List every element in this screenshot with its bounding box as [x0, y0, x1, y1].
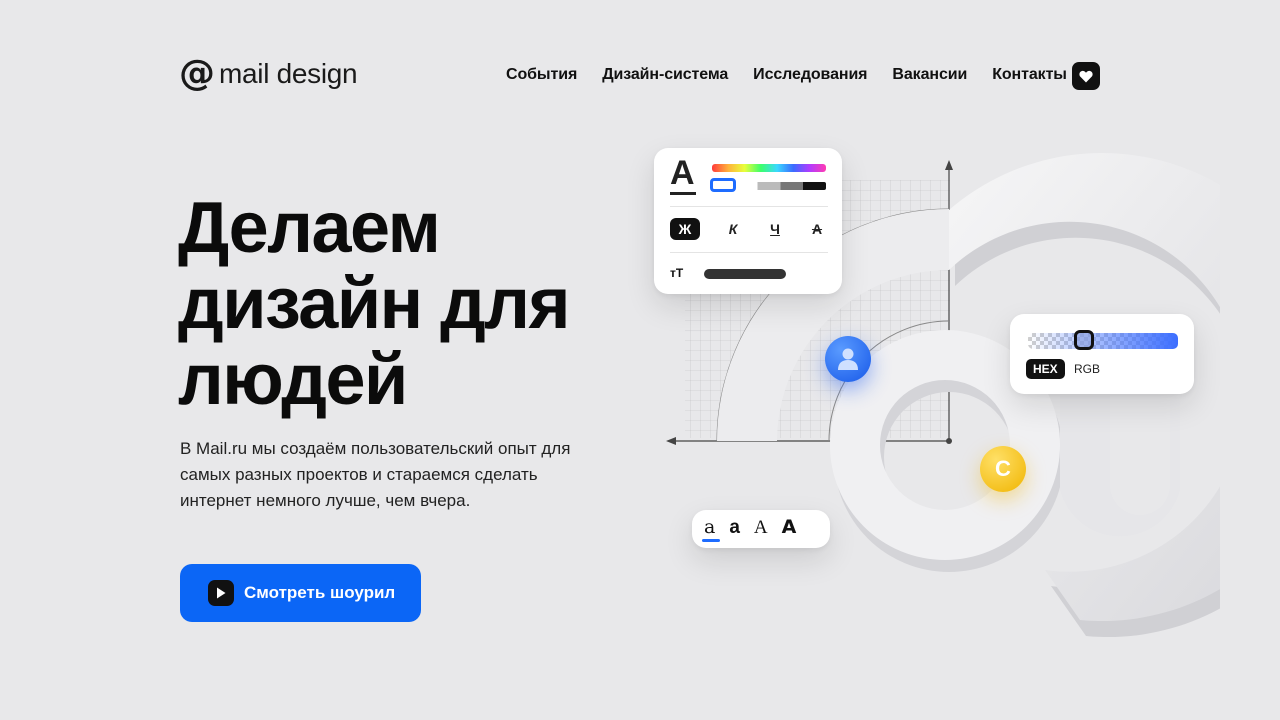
hero-title: Делаем дизайн для людей [178, 190, 638, 418]
opacity-slider[interactable] [1028, 333, 1178, 349]
rgb-mode-tab[interactable]: RGB [1074, 362, 1100, 376]
play-icon [208, 580, 234, 606]
text-size-icon: тТ [670, 266, 684, 280]
user-avatar-bubble [825, 336, 871, 382]
nav-link-design-system[interactable]: Дизайн-система [602, 66, 728, 84]
hero-title-line: людей [178, 340, 408, 420]
coin-badge: С [980, 446, 1026, 492]
panel-divider [670, 252, 828, 253]
bold-button[interactable]: Ж [670, 218, 700, 240]
text-format-panel: A Ж К Ч А тТ [654, 148, 842, 294]
hero-illustration: A Ж К Ч А тТ HEX RGB a a A A С [640, 140, 1220, 700]
nav-link-contacts[interactable]: Контакты [992, 66, 1067, 84]
font-color-glyph: A [670, 154, 695, 192]
font-sample-sans-bold[interactable]: a [729, 517, 740, 539]
logo-text: mail design [219, 58, 358, 89]
underline-button[interactable]: Ч [754, 218, 796, 240]
main-nav: События Дизайн-система Исследования Вака… [506, 66, 1092, 84]
shade-slider-handle[interactable] [710, 178, 736, 192]
user-icon [838, 348, 858, 370]
nav-link-vacancies[interactable]: Вакансии [892, 66, 967, 84]
format-buttons: Ж К Ч А [670, 218, 838, 240]
italic-button[interactable]: К [712, 218, 754, 240]
nav-link-research[interactable]: Исследования [753, 66, 867, 84]
hero-title-line: дизайн для [178, 264, 571, 344]
text-size-slider[interactable] [704, 269, 786, 279]
cta-label: Смотреть шоурил [244, 583, 396, 602]
strikethrough-button[interactable]: А [796, 218, 838, 240]
hero-title-line: Делаем [178, 188, 441, 268]
font-picker-panel: a a A A [692, 510, 830, 548]
heart-icon [1079, 70, 1093, 82]
site-logo[interactable]: @ mail design [179, 53, 358, 94]
font-sample-serif-caps[interactable]: A [754, 517, 768, 539]
font-sample-sans-caps[interactable]: A [782, 516, 797, 538]
color-picker-panel: HEX RGB [1010, 314, 1194, 394]
opacity-slider-handle[interactable] [1074, 330, 1094, 350]
selected-font-indicator [702, 539, 720, 542]
font-sample-serif[interactable]: a [704, 516, 715, 538]
font-color-underline [670, 192, 696, 195]
logo-at-symbol: @ [179, 53, 215, 94]
watch-showreel-button[interactable]: Смотреть шоурил [180, 564, 421, 622]
hue-slider[interactable] [712, 164, 826, 172]
panel-divider [670, 206, 828, 207]
favorite-button[interactable] [1072, 62, 1100, 90]
nav-link-events[interactable]: События [506, 66, 577, 84]
font-samples: a a A A [704, 516, 796, 539]
hero-description: В Mail.ru мы создаём пользовательский оп… [180, 439, 571, 510]
hex-mode-tab[interactable]: HEX [1026, 359, 1065, 379]
